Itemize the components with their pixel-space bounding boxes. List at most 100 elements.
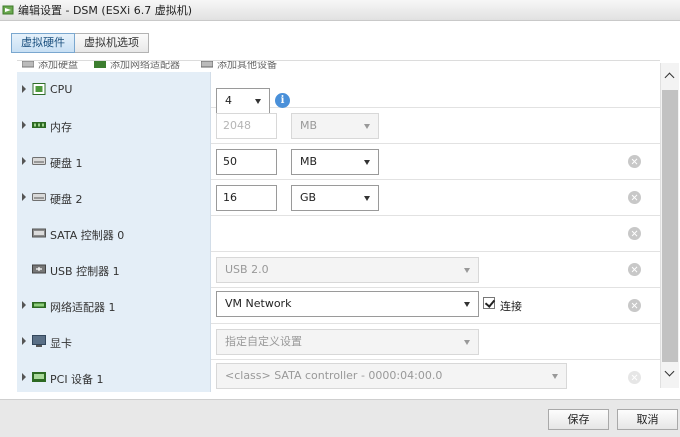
chevron-down-icon <box>464 340 470 345</box>
chevron-down-icon <box>255 99 261 104</box>
usb-icon <box>32 264 46 274</box>
expand-arrow-icon[interactable] <box>22 193 26 201</box>
device-row-sata: SATA 控制器 0 <box>17 216 660 252</box>
cpu-icon <box>32 83 46 95</box>
memory-unit-select[interactable]: MB <box>291 113 379 139</box>
device-row-disk1: 硬盘 1 50 MB <box>17 144 660 180</box>
expand-arrow-icon[interactable] <box>22 157 26 165</box>
device-label-pci[interactable]: PCI 设备 1 <box>17 360 211 392</box>
device-label-usb: USB 控制器 1 <box>17 252 211 288</box>
device-row-pci: PCI 设备 1 <class> SATA controller - 0000:… <box>17 360 660 392</box>
display-settings-select[interactable]: 指定自定义设置 <box>216 329 479 355</box>
add-other-label: 添加其他设备 <box>217 61 277 71</box>
add-disk-label: 添加硬盘 <box>38 61 78 71</box>
remove-device-icon[interactable] <box>628 155 641 168</box>
scroll-up-icon[interactable] <box>661 63 680 89</box>
device-name-network: 网络适配器 1 <box>50 301 116 314</box>
device-label-sata: SATA 控制器 0 <box>17 216 211 252</box>
remove-device-icon[interactable] <box>628 227 641 240</box>
expand-arrow-icon[interactable] <box>22 301 26 309</box>
dialog-footer: 保存 取消 <box>0 399 680 437</box>
cancel-button[interactable]: 取消 <box>617 409 678 430</box>
device-name-display: 显卡 <box>50 337 72 350</box>
device-name-disk2: 硬盘 2 <box>50 193 83 206</box>
disk2-unit-select[interactable]: GB <box>291 185 379 211</box>
usb-version-value: USB 2.0 <box>225 263 269 276</box>
device-name-sata: SATA 控制器 0 <box>50 229 125 242</box>
expand-arrow-icon[interactable] <box>22 121 26 129</box>
device-label-disk1[interactable]: 硬盘 1 <box>17 144 211 180</box>
add-network-button[interactable]: 添加网络适配器 <box>94 61 180 71</box>
chevron-down-icon <box>464 268 470 273</box>
expand-arrow-icon[interactable] <box>22 85 26 93</box>
memory-unit-value: MB <box>300 119 318 132</box>
disk1-unit-select[interactable]: MB <box>291 149 379 175</box>
tab-virtual-hardware[interactable]: 虚拟硬件 <box>11 33 75 53</box>
expand-arrow-icon[interactable] <box>22 373 26 381</box>
disk2-size-input[interactable]: 16 <box>216 185 277 211</box>
settings-tabs: 虚拟硬件 虚拟机选项 <box>11 33 149 53</box>
cpu-count-value: 4 <box>225 94 232 107</box>
disk1-unit-value: MB <box>300 155 318 168</box>
edit-vm-icon <box>2 5 14 15</box>
memory-size-input[interactable]: 2048 <box>216 113 277 139</box>
pci-device-select[interactable]: <class> SATA controller - 0000:04:00.0 <box>216 363 567 389</box>
add-other-button[interactable]: 添加其他设备 <box>201 61 277 71</box>
hardware-panel: 添加硬盘 添加网络适配器 添加其他设备 CPU 4 i 内存 2048 MB 硬… <box>17 60 660 392</box>
chevron-down-icon <box>364 124 370 129</box>
info-icon[interactable]: i <box>275 93 290 108</box>
network-select[interactable]: VM Network <box>216 291 479 317</box>
save-button[interactable]: 保存 <box>548 409 609 430</box>
expand-arrow-icon[interactable] <box>22 337 26 345</box>
chevron-down-icon <box>464 302 470 307</box>
scroll-down-icon[interactable] <box>661 362 680 388</box>
device-label-display[interactable]: 显卡 <box>17 324 211 360</box>
device-name-cpu: CPU <box>50 83 73 96</box>
chevron-down-icon <box>552 374 558 379</box>
device-label-memory[interactable]: 内存 <box>17 108 211 144</box>
device-label-network[interactable]: 网络适配器 1 <box>17 288 211 324</box>
network-value: VM Network <box>225 297 292 310</box>
device-row-network: 网络适配器 1 VM Network 连接 <box>17 288 660 324</box>
device-name-usb: USB 控制器 1 <box>50 265 120 278</box>
network-icon <box>32 302 46 308</box>
scroll-thumb[interactable] <box>662 90 678 362</box>
disk-icon <box>32 157 46 165</box>
remove-device-icon[interactable] <box>628 263 641 276</box>
add-network-label: 添加网络适配器 <box>110 61 180 71</box>
vertical-scrollbar[interactable] <box>660 63 679 388</box>
pci-device-value: <class> SATA controller - 0000:04:00.0 <box>225 369 443 382</box>
device-name-pci: PCI 设备 1 <box>50 373 104 386</box>
device-row-disk2: 硬盘 2 16 GB <box>17 180 660 216</box>
device-row-cpu: CPU 4 i <box>17 72 660 114</box>
device-row-usb: USB 控制器 1 USB 2.0 <box>17 252 660 288</box>
chevron-down-icon <box>364 196 370 201</box>
monitor-icon <box>32 335 46 347</box>
disk2-unit-value: GB <box>300 191 317 204</box>
remove-device-icon[interactable] <box>628 371 641 384</box>
device-label-cpu[interactable]: CPU <box>17 72 211 108</box>
connect-label: 连接 <box>500 300 522 313</box>
pci-icon <box>32 372 46 382</box>
disk-icon <box>32 193 46 201</box>
window-titlebar: 编辑设置 - DSM (ESXi 6.7 虚拟机) <box>0 0 680 21</box>
device-name-disk1: 硬盘 1 <box>50 157 83 170</box>
disk1-size-input[interactable]: 50 <box>216 149 277 175</box>
usb-version-select[interactable]: USB 2.0 <box>216 257 479 283</box>
window-title: 编辑设置 - DSM (ESXi 6.7 虚拟机) <box>18 4 192 17</box>
remove-device-icon[interactable] <box>628 299 641 312</box>
connect-checkbox[interactable] <box>483 297 495 309</box>
device-icon <box>201 61 213 67</box>
device-name-memory: 内存 <box>50 121 72 134</box>
add-disk-button[interactable]: 添加硬盘 <box>22 61 78 71</box>
memory-icon <box>32 122 46 128</box>
display-settings-value: 指定自定义设置 <box>225 335 302 348</box>
tab-vm-options[interactable]: 虚拟机选项 <box>75 33 149 53</box>
chevron-down-icon <box>364 160 370 165</box>
device-row-display: 显卡 指定自定义设置 <box>17 324 660 360</box>
disk-icon <box>22 61 34 67</box>
network-icon <box>94 61 106 68</box>
device-row-memory: 内存 2048 MB <box>17 108 660 144</box>
remove-device-icon[interactable] <box>628 191 641 204</box>
device-label-disk2[interactable]: 硬盘 2 <box>17 180 211 216</box>
